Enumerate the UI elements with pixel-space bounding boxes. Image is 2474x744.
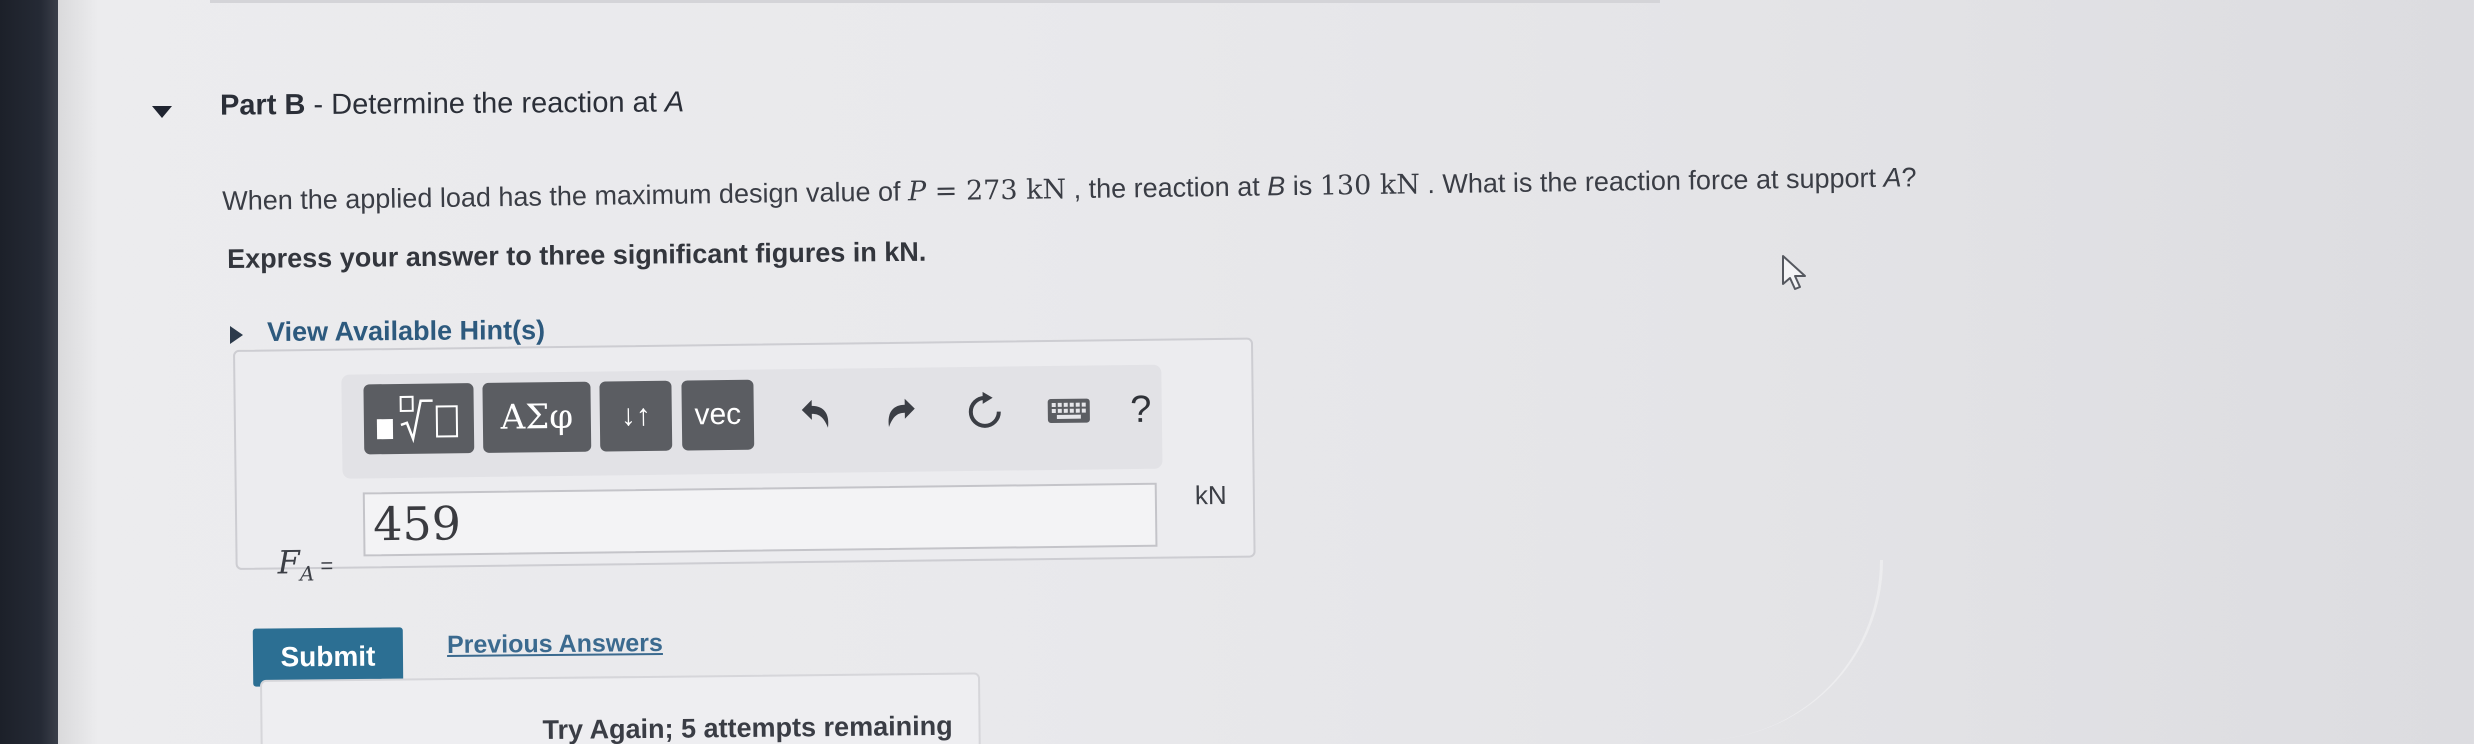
support-var: A	[1883, 162, 1902, 193]
answer-instruction: Express your answer to three significant…	[227, 236, 927, 274]
load-var: P	[907, 176, 927, 208]
question-text-4: . What is the reaction force at support	[1419, 162, 1884, 200]
feedback-box: Try Again; 5 attempts remaining	[260, 672, 981, 744]
expand-hints-icon[interactable]	[230, 326, 243, 344]
keyboard-icon	[1047, 398, 1090, 424]
load-equation: = 273 kN	[926, 174, 1067, 208]
greek-symbols-button[interactable]: ΑΣφ	[482, 381, 592, 453]
load-expression: P = 273 kN	[908, 174, 1066, 207]
templates-button[interactable]	[363, 383, 475, 455]
answer-var-subscript: A	[299, 561, 315, 586]
screen-glare	[1640, 560, 1883, 740]
screen-vignette	[58, 0, 98, 744]
question-text: When the applied load has the maximum de…	[222, 162, 1917, 217]
answer-panel: ΑΣφ ↓↑ vec ? FA = kN	[233, 337, 1256, 586]
reset-button[interactable]	[960, 387, 1011, 438]
undo-icon	[801, 399, 829, 428]
reaction-value: 130 kN	[1319, 169, 1421, 202]
vector-button[interactable]: vec	[681, 379, 755, 451]
dark-screen-edge	[0, 0, 58, 744]
part-separator: -	[305, 88, 332, 122]
templates-radical-icon	[376, 395, 459, 444]
answer-unit: kN	[1194, 479, 1227, 511]
undo-button[interactable]	[791, 389, 842, 440]
feedback-text: Try Again; 5 attempts remaining	[542, 710, 953, 744]
reset-icon	[968, 391, 1001, 428]
mouse-cursor-icon	[1782, 255, 1806, 290]
answer-variable-label: FA =	[277, 543, 333, 586]
reaction-point: B	[1267, 171, 1286, 202]
answer-equals: =	[314, 552, 334, 579]
question-text-2: , the reaction at	[1065, 171, 1268, 205]
keyboard-button[interactable]	[1044, 385, 1095, 436]
arrows-button[interactable]: ↓↑	[599, 380, 673, 452]
part-title: Determine the reaction at	[331, 86, 665, 121]
part-heading: Part B - Determine the reaction at A	[220, 86, 684, 122]
help-button[interactable]: ?	[1115, 385, 1166, 436]
answer-var: F	[277, 543, 301, 582]
redo-button[interactable]	[876, 388, 927, 439]
collapse-part-icon[interactable]	[152, 106, 172, 118]
top-divider	[210, 0, 1660, 3]
view-hints-link[interactable]: View Available Hint(s)	[267, 315, 545, 348]
previous-answers-link[interactable]: Previous Answers	[447, 629, 663, 660]
question-text-1: When the applied load has the maximum de…	[222, 176, 909, 216]
answer-input[interactable]	[362, 482, 1158, 557]
part-label: Part B	[219, 89, 306, 122]
part-title-var: A	[664, 86, 685, 119]
question-text-3: is	[1285, 170, 1320, 202]
redo-icon	[888, 398, 915, 427]
question-text-5: ?	[1901, 162, 1917, 193]
